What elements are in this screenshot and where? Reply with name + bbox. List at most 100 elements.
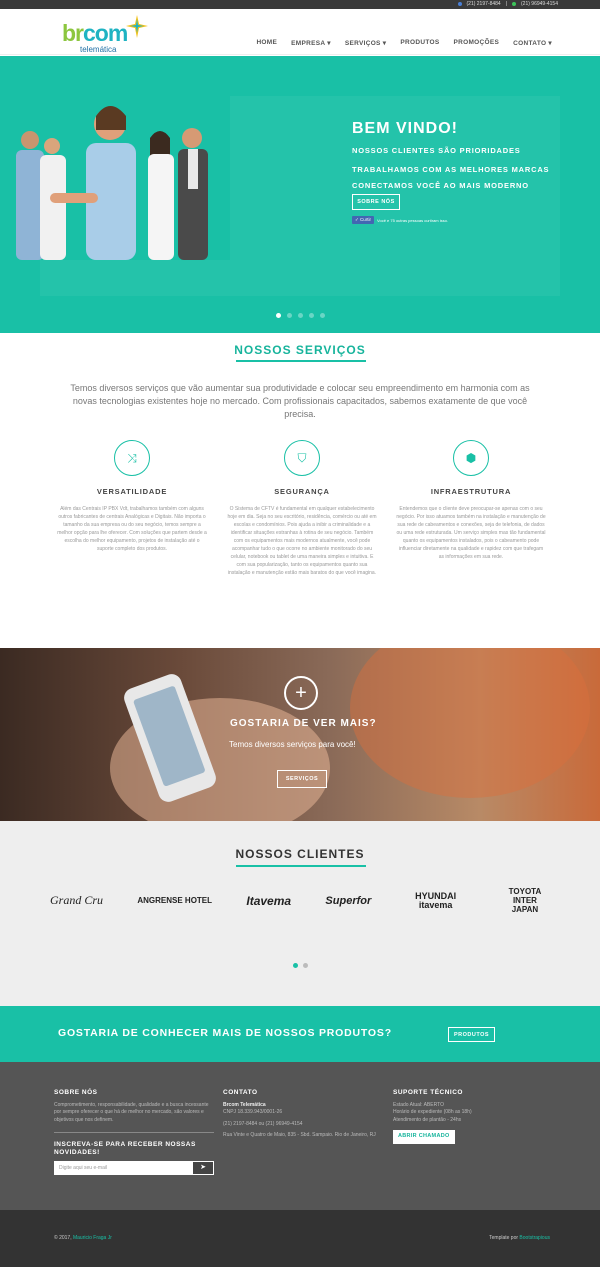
footer-bottom: © 2017, Mauricio Fraga Jr Template por B… (0, 1210, 600, 1267)
newsletter-form: Digite aqui seu e-mail ➤ (54, 1161, 214, 1175)
copyright: © 2017, Mauricio Fraga Jr (54, 1235, 112, 1241)
nav-promocoes[interactable]: PROMOÇÕES (453, 39, 499, 47)
template-credit: Template por Bootstrapious (489, 1235, 550, 1241)
fb-like-button[interactable]: ✓ Curtir (352, 216, 375, 224)
slider-dot[interactable] (293, 963, 298, 968)
logo-com: com (83, 20, 128, 46)
logo-star-icon (126, 15, 148, 38)
topbar-phone-1[interactable]: (21) 2197-8484 (467, 1, 501, 7)
footer-sobre: SOBRE NÓS Comprometimento, responsabilid… (54, 1089, 214, 1175)
cta-text: GOSTARIA DE CONHECER MAIS DE NOSSOS PROD… (58, 1027, 392, 1039)
abrir-chamado-button[interactable]: ABRIR CHAMADO (393, 1130, 455, 1144)
footer-divider (54, 1132, 214, 1133)
footer-cnpj: CNPJ 18.339.943/0001-26 (223, 1109, 283, 1115)
phone-icon (457, 2, 462, 6)
client-logo-toyota[interactable]: TOYOTA INTER JAPAN (500, 887, 550, 914)
sobre-nos-button[interactable]: SOBRE NÓS (352, 194, 400, 210)
service-title: SEGURANÇA (274, 487, 330, 496)
topbar-phone-2[interactable]: (21) 96949-4154 (521, 1, 558, 7)
nav-servicos[interactable]: SERVIÇOS ▾ (345, 39, 387, 47)
suporte-horario: Horário de expediente (08h as 18h) (393, 1109, 472, 1115)
send-icon[interactable]: ➤ (192, 1161, 214, 1175)
slider-dot[interactable] (298, 313, 303, 318)
slider-dot[interactable] (309, 313, 314, 318)
shuffle-icon[interactable]: ⤨ (114, 440, 150, 476)
clientes-underline (236, 865, 366, 867)
slider-dot[interactable] (287, 313, 292, 318)
cube-icon[interactable]: ⬢ (453, 440, 489, 476)
ver-mais-subtitle: Temos diversos serviços para você! (229, 740, 356, 749)
footer-address: Rua Vinte e Quatro de Maio, 835 - Sbd. S… (223, 1132, 376, 1138)
author-link[interactable]: Mauricio Fraga Jr (73, 1235, 112, 1241)
slider-dot[interactable] (320, 313, 325, 318)
service-title: VERSATILIDADE (96, 487, 168, 496)
servicos-button[interactable]: SERVIÇOS (277, 770, 327, 788)
client-logos: Grand Cru ANGRENSE HOTEL Itavema Superfo… (50, 887, 550, 914)
site-header: brcom telemática HOME EMPRESA ▾ SERVIÇOS… (0, 9, 600, 55)
newsletter-title: INSCREVA-SE PARA RECEBER NOSSAS NOVIDADE… (54, 1141, 196, 1156)
nav-produtos[interactable]: PRODUTOS (400, 39, 439, 47)
service-text: Além das Centrais IP PBX Vdt, trabalhamo… (57, 506, 207, 552)
footer-suporte: SUPORTE TÉCNICO Estado Atual: ABERTO Hor… (393, 1089, 553, 1144)
service-infraestrutura: ⬢ INFRAESTRUTURA Entendemos que o client… (396, 440, 546, 561)
footer-contato: CONTATO Brcom Telemática CNPJ 18.339.943… (223, 1089, 383, 1140)
service-versatilidade: ⤨ VERSATILIDADE Além das Centrais IP PBX… (57, 440, 207, 553)
fb-like-label: Curtir (360, 217, 372, 222)
check-icon: ✓ (355, 217, 359, 222)
clientes-slider-dots (293, 963, 308, 968)
hero-slider-dots (276, 313, 325, 318)
footer-contato-title: CONTATO (223, 1089, 258, 1096)
service-text: O Sistema de CFTV é fundamental em qualq… (227, 506, 377, 576)
suporte-estado: Estado Atual: ABERTO (393, 1101, 444, 1108)
nav-home[interactable]: HOME (256, 39, 277, 47)
fb-like-count: Você e 75 outras pessoas curtiram isso. (377, 217, 448, 223)
clientes-title: NOSSOS CLIENTES (235, 847, 365, 861)
hero-title: BEM VINDO! (352, 120, 458, 137)
nav-contato[interactable]: CONTATO ▾ (513, 39, 552, 47)
client-logo-angrense[interactable]: ANGRENSE HOTEL (137, 896, 212, 905)
hero-line-3: CONECTAMOS VOCÊ AO MAIS MODERNO (352, 181, 529, 190)
copyright-text: © 2017, (54, 1235, 72, 1241)
main-nav: HOME EMPRESA ▾ SERVIÇOS ▾ PRODUTOS PROMO… (256, 39, 552, 47)
hero-line-2: TRABALHAMOS COM AS MELHORES MARCAS (352, 165, 550, 174)
ver-mais-title: GOSTARIA DE VER MAIS? (230, 718, 377, 729)
bootstrapious-link[interactable]: Bootstrapious (519, 1235, 550, 1241)
servicos-intro: Temos diversos serviços que vão aumentar… (70, 383, 530, 419)
business-team-image (0, 88, 230, 260)
logo-br: br (62, 20, 84, 46)
credit-text: Template por (489, 1235, 519, 1241)
whatsapp-icon (512, 2, 517, 6)
service-text: Entendemos que o cliente deve preocupar-… (396, 506, 546, 560)
topbar-phones: (21) 2197-8484 | (21) 96949-4154 (457, 1, 558, 7)
slider-dot[interactable] (303, 963, 308, 968)
footer-company: Brcom Telemática (223, 1101, 266, 1108)
hero-slider: BEM VINDO! NOSSOS CLIENTES SÃO PRIORIDAD… (0, 56, 600, 333)
topbar: (21) 2197-8484 | (21) 96949-4154 (0, 0, 600, 9)
servicos-underline (236, 360, 366, 362)
service-seguranca: ⛉ SEGURANÇA O Sistema de CFTV é fundamen… (227, 440, 377, 577)
client-logo-hyundai[interactable]: HYUNDAI itavema (406, 891, 466, 910)
logo-subtitle: telemática (80, 45, 117, 54)
footer-phones[interactable]: (21) 2197-8484 ou (21) 96949-4154 (223, 1121, 383, 1129)
hero-line-1: NOSSOS CLIENTES SÃO PRIORIDADES (352, 146, 521, 155)
plus-icon[interactable]: + (284, 676, 318, 710)
nav-empresa[interactable]: EMPRESA ▾ (291, 39, 331, 47)
ver-mais-banner: + GOSTARIA DE VER MAIS? Temos diversos s… (0, 648, 600, 821)
phone-hand-image (110, 648, 590, 821)
service-title: INFRAESTRUTURA (430, 487, 512, 496)
shield-icon[interactable]: ⛉ (284, 440, 320, 476)
produtos-cta: GOSTARIA DE CONHECER MAIS DE NOSSOS PROD… (0, 1006, 600, 1062)
slider-dot[interactable] (276, 313, 281, 318)
footer-sobre-text: Comprometimento, responsabilidade, quali… (54, 1101, 209, 1123)
newsletter-email-input[interactable]: Digite aqui seu e-mail (54, 1161, 192, 1175)
client-logo-superfor[interactable]: Superfor (325, 895, 371, 907)
facebook-like: ✓ Curtir Você e 75 outras pessoas curtir… (352, 216, 448, 224)
brcom-logo[interactable]: brcom telemática (62, 14, 152, 54)
client-logo-grand-cru[interactable]: Grand Cru (50, 893, 103, 908)
footer-sobre-title: SOBRE NÓS (54, 1089, 98, 1096)
servicos-title: NOSSOS SERVIÇOS (234, 343, 366, 357)
produtos-button[interactable]: PRODUTOS (448, 1027, 495, 1042)
client-logo-itavema[interactable]: Itavema (246, 894, 291, 908)
suporte-plantao: Atendimento de plantão - 24hs (393, 1116, 462, 1123)
footer-suporte-title: SUPORTE TÉCNICO (393, 1089, 463, 1096)
